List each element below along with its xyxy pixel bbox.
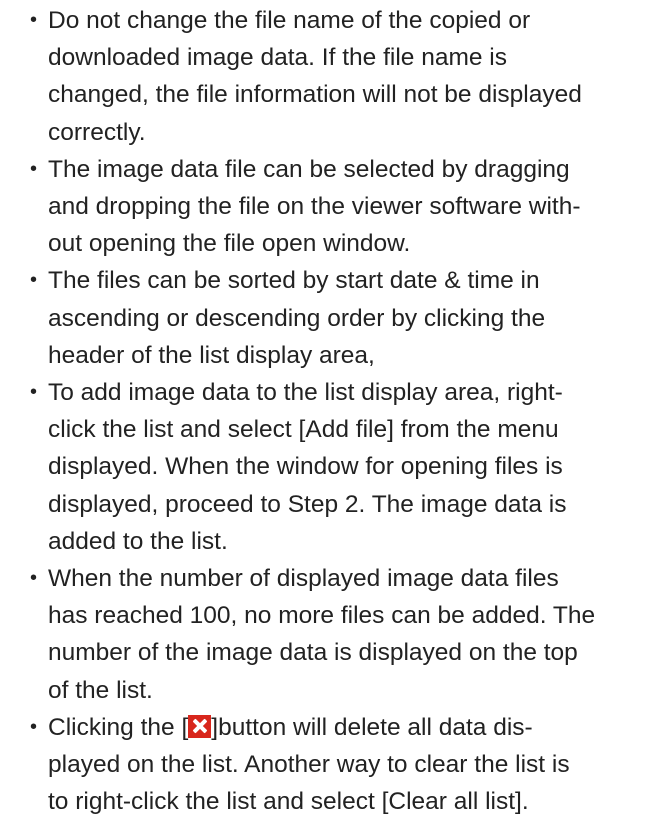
note-line: downloaded image data. If the file name … [48, 44, 507, 72]
note-text-after-icon: ]button will delete all data dis- [211, 713, 533, 741]
note-item-4: • To add image data to the list display … [30, 374, 630, 560]
note-line: correctly. [48, 118, 146, 146]
note-line: When the number of displayed image data … [48, 565, 559, 593]
note-line: Do not change the file name of the copie… [48, 7, 531, 34]
note-line: ascending or descending order by clickin… [48, 304, 546, 332]
note-line: out opening the file open window. [48, 230, 411, 258]
note-item-1: • Do not change the file name of the cop… [30, 2, 630, 151]
bullet-icon: • [30, 9, 38, 31]
notes-list: • Do not change the file name of the cop… [30, 2, 630, 820]
note-line: The files can be sorted by start date & … [48, 267, 540, 295]
note-line: header of the list display area, [48, 341, 375, 369]
bullet-icon: • [30, 567, 38, 590]
bullet-icon: • [30, 157, 38, 180]
document-page: • Do not change the file name of the cop… [0, 0, 648, 815]
note-text-before-icon: Clicking the [ [48, 713, 189, 741]
note-line: of the list. [48, 676, 153, 704]
note-line: The image data file can be selected by d… [48, 155, 570, 183]
note-line: to right-click the list and select [Clea… [48, 788, 529, 816]
note-line: Clicking the [ ]button will delete all da… [48, 709, 630, 746]
note-line: To add image data to the list display ar… [48, 379, 563, 407]
note-item-6: • Clicking the [ ]button will delete all … [30, 709, 630, 820]
note-line: click the list and select [Add file] fro… [48, 416, 559, 444]
close-x-icon [188, 714, 212, 738]
note-line: played on the list. Another way to clear… [48, 751, 570, 779]
note-line: has reached 100, no more files can be ad… [48, 602, 596, 630]
note-line: and dropping the file on the viewer soft… [48, 193, 581, 221]
note-line: number of the image data is displayed on… [48, 639, 578, 667]
note-item-5: • When the number of displayed image dat… [30, 560, 630, 709]
note-item-2: • The image data file can be selected by… [30, 151, 630, 263]
bullet-icon: • [30, 715, 38, 738]
bullet-icon: • [30, 381, 38, 404]
note-line: displayed. When the window for opening f… [48, 453, 563, 481]
note-line: changed, the file information will not b… [48, 81, 582, 109]
bullet-icon: • [30, 269, 38, 292]
note-item-3: • The files can be sorted by start date … [30, 262, 630, 374]
note-line: added to the list. [48, 527, 228, 555]
note-line: displayed, proceed to Step 2. The image … [48, 490, 567, 518]
